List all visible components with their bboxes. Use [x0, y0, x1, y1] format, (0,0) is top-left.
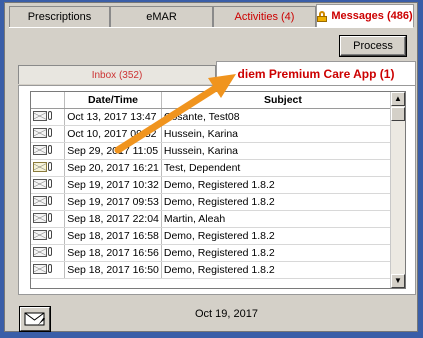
tab-label: Messages (486)	[331, 10, 413, 22]
row-icons	[31, 125, 66, 143]
row-date: Sep 19, 2017 09:53	[64, 193, 162, 211]
row-icons	[31, 244, 66, 262]
attachment-icon	[48, 111, 52, 120]
header-icon-column[interactable]	[31, 92, 66, 109]
tab-prescriptions[interactable]: Prescriptions	[9, 6, 110, 27]
tab-label: Prescriptions	[27, 11, 92, 23]
envelope-closed-icon	[33, 144, 47, 155]
header-date-time[interactable]: Date/Time	[64, 92, 162, 109]
tab-label: Activities (4)	[234, 11, 295, 23]
envelope-closed-icon	[33, 263, 47, 274]
scroll-up-icon[interactable]: ▲	[391, 92, 405, 106]
row-icons	[31, 227, 66, 245]
row-date: Sep 18, 2017 16:58	[64, 227, 162, 245]
attachment-icon	[48, 162, 52, 171]
row-date: Sep 18, 2017 16:50	[64, 261, 162, 279]
row-subject: Demo, Registered 1.8.2	[161, 176, 405, 194]
row-date: Sep 19, 2017 10:32	[64, 176, 162, 194]
compose-envelope-icon	[24, 312, 45, 326]
envelope-closed-icon	[33, 246, 47, 257]
tab-divider	[9, 27, 413, 28]
attachment-icon	[48, 247, 52, 256]
attachment-icon	[48, 213, 52, 222]
row-subject: Hussein, Karina	[161, 142, 405, 160]
row-subject: Demo, Registered 1.8.2	[161, 193, 405, 211]
row-subject: Martin, Aleah	[161, 210, 405, 228]
lock-icon	[317, 10, 328, 22]
table-row[interactable]: Sep 19, 2017 09:53 Demo, Registered 1.8.2	[31, 193, 405, 211]
scroll-thumb[interactable]	[391, 107, 405, 121]
row-subject: Test, Dependent	[161, 159, 405, 177]
row-icons	[31, 193, 66, 211]
tab-activities[interactable]: Activities (4)	[213, 6, 316, 27]
row-date: Sep 18, 2017 22:04	[64, 210, 162, 228]
table-row[interactable]: Sep 20, 2017 16:21 Test, Dependent	[31, 159, 405, 177]
row-subject: Hussein, Karina	[161, 125, 405, 143]
table-row[interactable]: Oct 10, 2017 09:52 Hussein, Karina	[31, 125, 405, 143]
table-header-row: Date/Time Subject	[31, 92, 405, 109]
attachment-icon	[48, 196, 52, 205]
inbox-tab-label: Inbox (352)	[91, 69, 143, 81]
row-date: Oct 10, 2017 09:52	[64, 125, 162, 143]
row-icons	[31, 159, 66, 177]
envelope-open-icon	[33, 161, 47, 172]
vertical-scrollbar[interactable]: ▲ ▼	[390, 92, 405, 288]
row-icons	[31, 176, 66, 194]
envelope-closed-icon	[33, 229, 47, 240]
row-subject: Demo, Registered 1.8.2	[161, 227, 405, 245]
tab-label: eMAR	[146, 11, 177, 23]
attachment-icon	[48, 145, 52, 154]
app-tab-label: diem Premium Care App (1)	[237, 66, 395, 81]
envelope-closed-icon	[33, 212, 47, 223]
attachment-icon	[48, 264, 52, 273]
envelope-closed-icon	[33, 127, 47, 138]
row-date: Oct 13, 2017 13:47	[64, 108, 162, 126]
row-subject: Cosante, Test08	[161, 108, 405, 126]
compose-message-button[interactable]	[20, 307, 50, 331]
row-icons	[31, 108, 66, 126]
row-icons	[31, 261, 66, 279]
row-subject: Demo, Registered 1.8.2	[161, 244, 405, 262]
tab-emar[interactable]: eMAR	[110, 6, 213, 27]
process-label: Process	[353, 40, 393, 52]
attachment-icon	[48, 179, 52, 188]
row-date: Sep 29, 2017 11:05	[64, 142, 162, 160]
attachment-icon	[48, 230, 52, 239]
tab-messages[interactable]: Messages (486)	[316, 4, 414, 27]
row-subject: Demo, Registered 1.8.2	[161, 261, 405, 279]
message-table: Date/Time Subject Oct 13, 2017 13:47 Cosa…	[30, 91, 406, 289]
table-row[interactable]: Oct 13, 2017 13:47 Cosante, Test08	[31, 108, 405, 126]
message-panel: Date/Time Subject Oct 13, 2017 13:47 Cosa…	[18, 85, 416, 295]
envelope-closed-icon	[33, 178, 47, 189]
table-row[interactable]: Sep 29, 2017 11:05 Hussein, Karina	[31, 142, 405, 160]
row-icons	[31, 210, 66, 228]
row-icons	[31, 142, 66, 160]
envelope-closed-icon	[33, 110, 47, 121]
row-date: Sep 18, 2017 16:56	[64, 244, 162, 262]
messages-window: Prescriptions eMAR Activities (4) Messag…	[4, 2, 418, 332]
scroll-down-icon[interactable]: ▼	[391, 274, 405, 288]
table-row[interactable]: Sep 18, 2017 16:56 Demo, Registered 1.8.2	[31, 244, 405, 262]
header-subject[interactable]: Subject	[161, 92, 405, 109]
table-row[interactable]: Sep 19, 2017 10:32 Demo, Registered 1.8.2	[31, 176, 405, 194]
tab-inbox[interactable]: Inbox (352)	[18, 65, 216, 84]
table-row[interactable]: Sep 18, 2017 22:04 Martin, Aleah	[31, 210, 405, 228]
process-button[interactable]: Process	[340, 36, 406, 56]
row-date: Sep 20, 2017 16:21	[64, 159, 162, 177]
tab-premium-care-app[interactable]: diem Premium Care App (1)	[216, 61, 416, 85]
table-row[interactable]: Sep 18, 2017 16:50 Demo, Registered 1.8.2	[31, 261, 405, 279]
footer-date: Oct 19, 2017	[195, 308, 258, 320]
attachment-icon	[48, 128, 52, 137]
table-row[interactable]: Sep 18, 2017 16:58 Demo, Registered 1.8.2	[31, 227, 405, 245]
envelope-closed-icon	[33, 195, 47, 206]
